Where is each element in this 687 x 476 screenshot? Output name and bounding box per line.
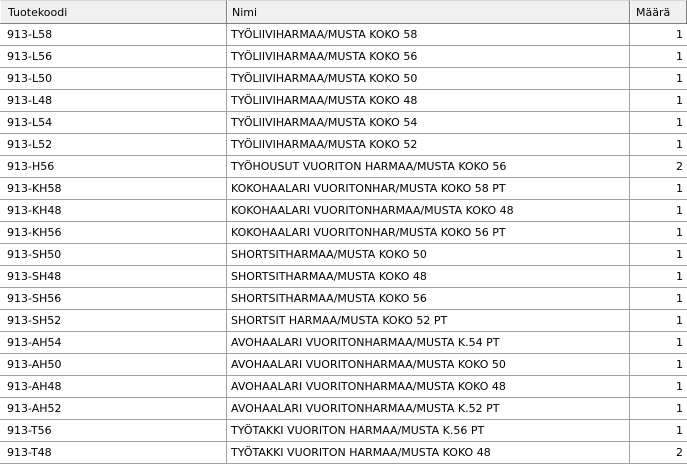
cell-name[interactable]: KOKOHAALARI VUORITONHARMAA/MUSTA KOKO 48 <box>227 200 630 221</box>
cell-qty[interactable]: 2 <box>630 442 687 463</box>
cell-qty[interactable]: 1 <box>630 134 687 155</box>
cell-qty[interactable]: 1 <box>630 90 687 111</box>
cell-code[interactable]: 913-T48 <box>0 442 227 463</box>
cell-qty[interactable]: 2 <box>630 156 687 177</box>
cell-name[interactable]: TYÖTAKKI VUORITON HARMAA/MUSTA KOKO 48 <box>227 442 630 463</box>
cell-qty[interactable]: 1 <box>630 420 687 441</box>
cell-code[interactable]: 913-T56 <box>0 420 227 441</box>
cell-name[interactable]: TYÖLIIVIHARMAA/MUSTA KOKO 56 <box>227 46 630 67</box>
cell-qty[interactable]: 1 <box>630 376 687 397</box>
table-row[interactable]: 913-H56 TYÖHOUSUT VUORITON HARMAA/MUSTA K… <box>0 156 687 178</box>
product-grid: Tuotekoodi Nimi Määrä 913-L58 TYÖLIIVIHAR… <box>0 0 687 476</box>
table-row[interactable]: 913-SH48 SHORTSITHARMAA/MUSTA KOKO 48 1 <box>0 266 687 288</box>
column-header-code[interactable]: Tuotekoodi <box>0 0 227 23</box>
cell-code[interactable]: 913-KH56 <box>0 222 227 243</box>
cell-code[interactable]: 913-H56 <box>0 156 227 177</box>
table-row[interactable]: 913-AH50 AVOHAALARI VUORITONHARMAA/MUSTA … <box>0 354 687 376</box>
table-row[interactable]: 913-T48 TYÖTAKKI VUORITON HARMAA/MUSTA KO… <box>0 442 687 464</box>
cell-qty[interactable]: 1 <box>630 112 687 133</box>
table-row[interactable]: 913-L56 TYÖLIIVIHARMAA/MUSTA KOKO 56 1 <box>0 46 687 68</box>
table-row[interactable]: 913-KH58 KOKOHAALARI VUORITONHAR/MUSTA KO… <box>0 178 687 200</box>
table-row[interactable]: 913-T56 TYÖTAKKI VUORITON HARMAA/MUSTA K.… <box>0 420 687 442</box>
table-row[interactable]: 913-SH56 SHORTSITHARMAA/MUSTA KOKO 56 1 <box>0 288 687 310</box>
cell-name[interactable]: TYÖLIIVIHARMAA/MUSTA KOKO 50 <box>227 68 630 89</box>
cell-code[interactable]: 913-SH50 <box>0 244 227 265</box>
cell-qty[interactable]: 1 <box>630 178 687 199</box>
cell-qty[interactable]: 1 <box>630 244 687 265</box>
cell-code[interactable]: 913-KH48 <box>0 200 227 221</box>
table-row[interactable]: 913-AH48 AVOHAALARI VUORITONHARMAA/MUSTA … <box>0 376 687 398</box>
cell-qty[interactable]: 1 <box>630 200 687 221</box>
column-header-name[interactable]: Nimi <box>227 0 630 23</box>
cell-qty[interactable]: 1 <box>630 398 687 419</box>
table-row[interactable]: 913-SH52 SHORTSIT HARMAA/MUSTA KOKO 52 PT… <box>0 310 687 332</box>
table-row[interactable]: 913-KH56 KOKOHAALARI VUORITONHAR/MUSTA KO… <box>0 222 687 244</box>
cell-code[interactable]: 913-AH52 <box>0 398 227 419</box>
cell-code[interactable]: 913-AH50 <box>0 354 227 375</box>
cell-code[interactable]: 913-SH56 <box>0 288 227 309</box>
table-row[interactable]: 913-L54 TYÖLIIVIHARMAA/MUSTA KOKO 54 1 <box>0 112 687 134</box>
grid-header: Tuotekoodi Nimi Määrä <box>0 0 687 24</box>
cell-name[interactable]: TYÖLIIVIHARMAA/MUSTA KOKO 48 <box>227 90 630 111</box>
cell-code[interactable]: 913-SH52 <box>0 310 227 331</box>
cell-qty[interactable]: 1 <box>630 68 687 89</box>
table-row[interactable]: 913-L48 TYÖLIIVIHARMAA/MUSTA KOKO 48 1 <box>0 90 687 112</box>
cell-code[interactable]: 913-L48 <box>0 90 227 111</box>
cell-code[interactable]: 913-SH48 <box>0 266 227 287</box>
cell-name[interactable]: AVOHAALARI VUORITONHARMAA/MUSTA KOKO 50 <box>227 354 630 375</box>
table-row[interactable]: 913-L52 TYÖLIIVIHARMAA/MUSTA KOKO 52 1 <box>0 134 687 156</box>
column-header-qty[interactable]: Määrä <box>630 0 687 23</box>
cell-name[interactable]: TYÖTAKKI VUORITON HARMAA/MUSTA K.56 PT <box>227 420 630 441</box>
cell-qty[interactable]: 1 <box>630 266 687 287</box>
table-row[interactable]: 913-AH54 AVOHAALARI VUORITONHARMAA/MUSTA … <box>0 332 687 354</box>
cell-name[interactable]: TYÖLIIVIHARMAA/MUSTA KOKO 58 <box>227 24 630 45</box>
cell-name[interactable]: SHORTSITHARMAA/MUSTA KOKO 50 <box>227 244 630 265</box>
cell-code[interactable]: 913-L50 <box>0 68 227 89</box>
cell-code[interactable]: 913-KH58 <box>0 178 227 199</box>
cell-qty[interactable]: 1 <box>630 24 687 45</box>
cell-qty[interactable]: 1 <box>630 332 687 353</box>
table-row[interactable]: 913-L58 TYÖLIIVIHARMAA/MUSTA KOKO 58 1 <box>0 24 687 46</box>
cell-name[interactable]: SHORTSIT HARMAA/MUSTA KOKO 52 PT <box>227 310 630 331</box>
cell-name[interactable]: TYÖHOUSUT VUORITON HARMAA/MUSTA KOKO 56 <box>227 156 630 177</box>
cell-code[interactable]: 913-AH48 <box>0 376 227 397</box>
cell-name[interactable]: SHORTSITHARMAA/MUSTA KOKO 48 <box>227 266 630 287</box>
cell-qty[interactable]: 1 <box>630 310 687 331</box>
cell-code[interactable]: 913-AH54 <box>0 332 227 353</box>
cell-name[interactable]: KOKOHAALARI VUORITONHAR/MUSTA KOKO 58 PT <box>227 178 630 199</box>
cell-name[interactable]: AVOHAALARI VUORITONHARMAA/MUSTA K.52 PT <box>227 398 630 419</box>
cell-name[interactable]: SHORTSITHARMAA/MUSTA KOKO 56 <box>227 288 630 309</box>
cell-name[interactable]: AVOHAALARI VUORITONHARMAA/MUSTA KOKO 48 <box>227 376 630 397</box>
grid-body: 913-L58 TYÖLIIVIHARMAA/MUSTA KOKO 58 1 913-… <box>0 24 687 464</box>
cell-code[interactable]: 913-L58 <box>0 24 227 45</box>
cell-code[interactable]: 913-L52 <box>0 134 227 155</box>
table-row[interactable]: 913-SH50 SHORTSITHARMAA/MUSTA KOKO 50 1 <box>0 244 687 266</box>
cell-code[interactable]: 913-L56 <box>0 46 227 67</box>
table-row[interactable]: 913-AH52 AVOHAALARI VUORITONHARMAA/MUSTA … <box>0 398 687 420</box>
cell-qty[interactable]: 1 <box>630 354 687 375</box>
cell-code[interactable]: 913-L54 <box>0 112 227 133</box>
cell-name[interactable]: TYÖLIIVIHARMAA/MUSTA KOKO 54 <box>227 112 630 133</box>
table-row[interactable]: 913-KH48 KOKOHAALARI VUORITONHARMAA/MUSTA… <box>0 200 687 222</box>
cell-name[interactable]: AVOHAALARI VUORITONHARMAA/MUSTA K.54 PT <box>227 332 630 353</box>
cell-name[interactable]: KOKOHAALARI VUORITONHAR/MUSTA KOKO 56 PT <box>227 222 630 243</box>
cell-qty[interactable]: 1 <box>630 46 687 67</box>
cell-qty[interactable]: 1 <box>630 288 687 309</box>
table-row[interactable]: 913-L50 TYÖLIIVIHARMAA/MUSTA KOKO 50 1 <box>0 68 687 90</box>
cell-qty[interactable]: 1 <box>630 222 687 243</box>
cell-name[interactable]: TYÖLIIVIHARMAA/MUSTA KOKO 52 <box>227 134 630 155</box>
